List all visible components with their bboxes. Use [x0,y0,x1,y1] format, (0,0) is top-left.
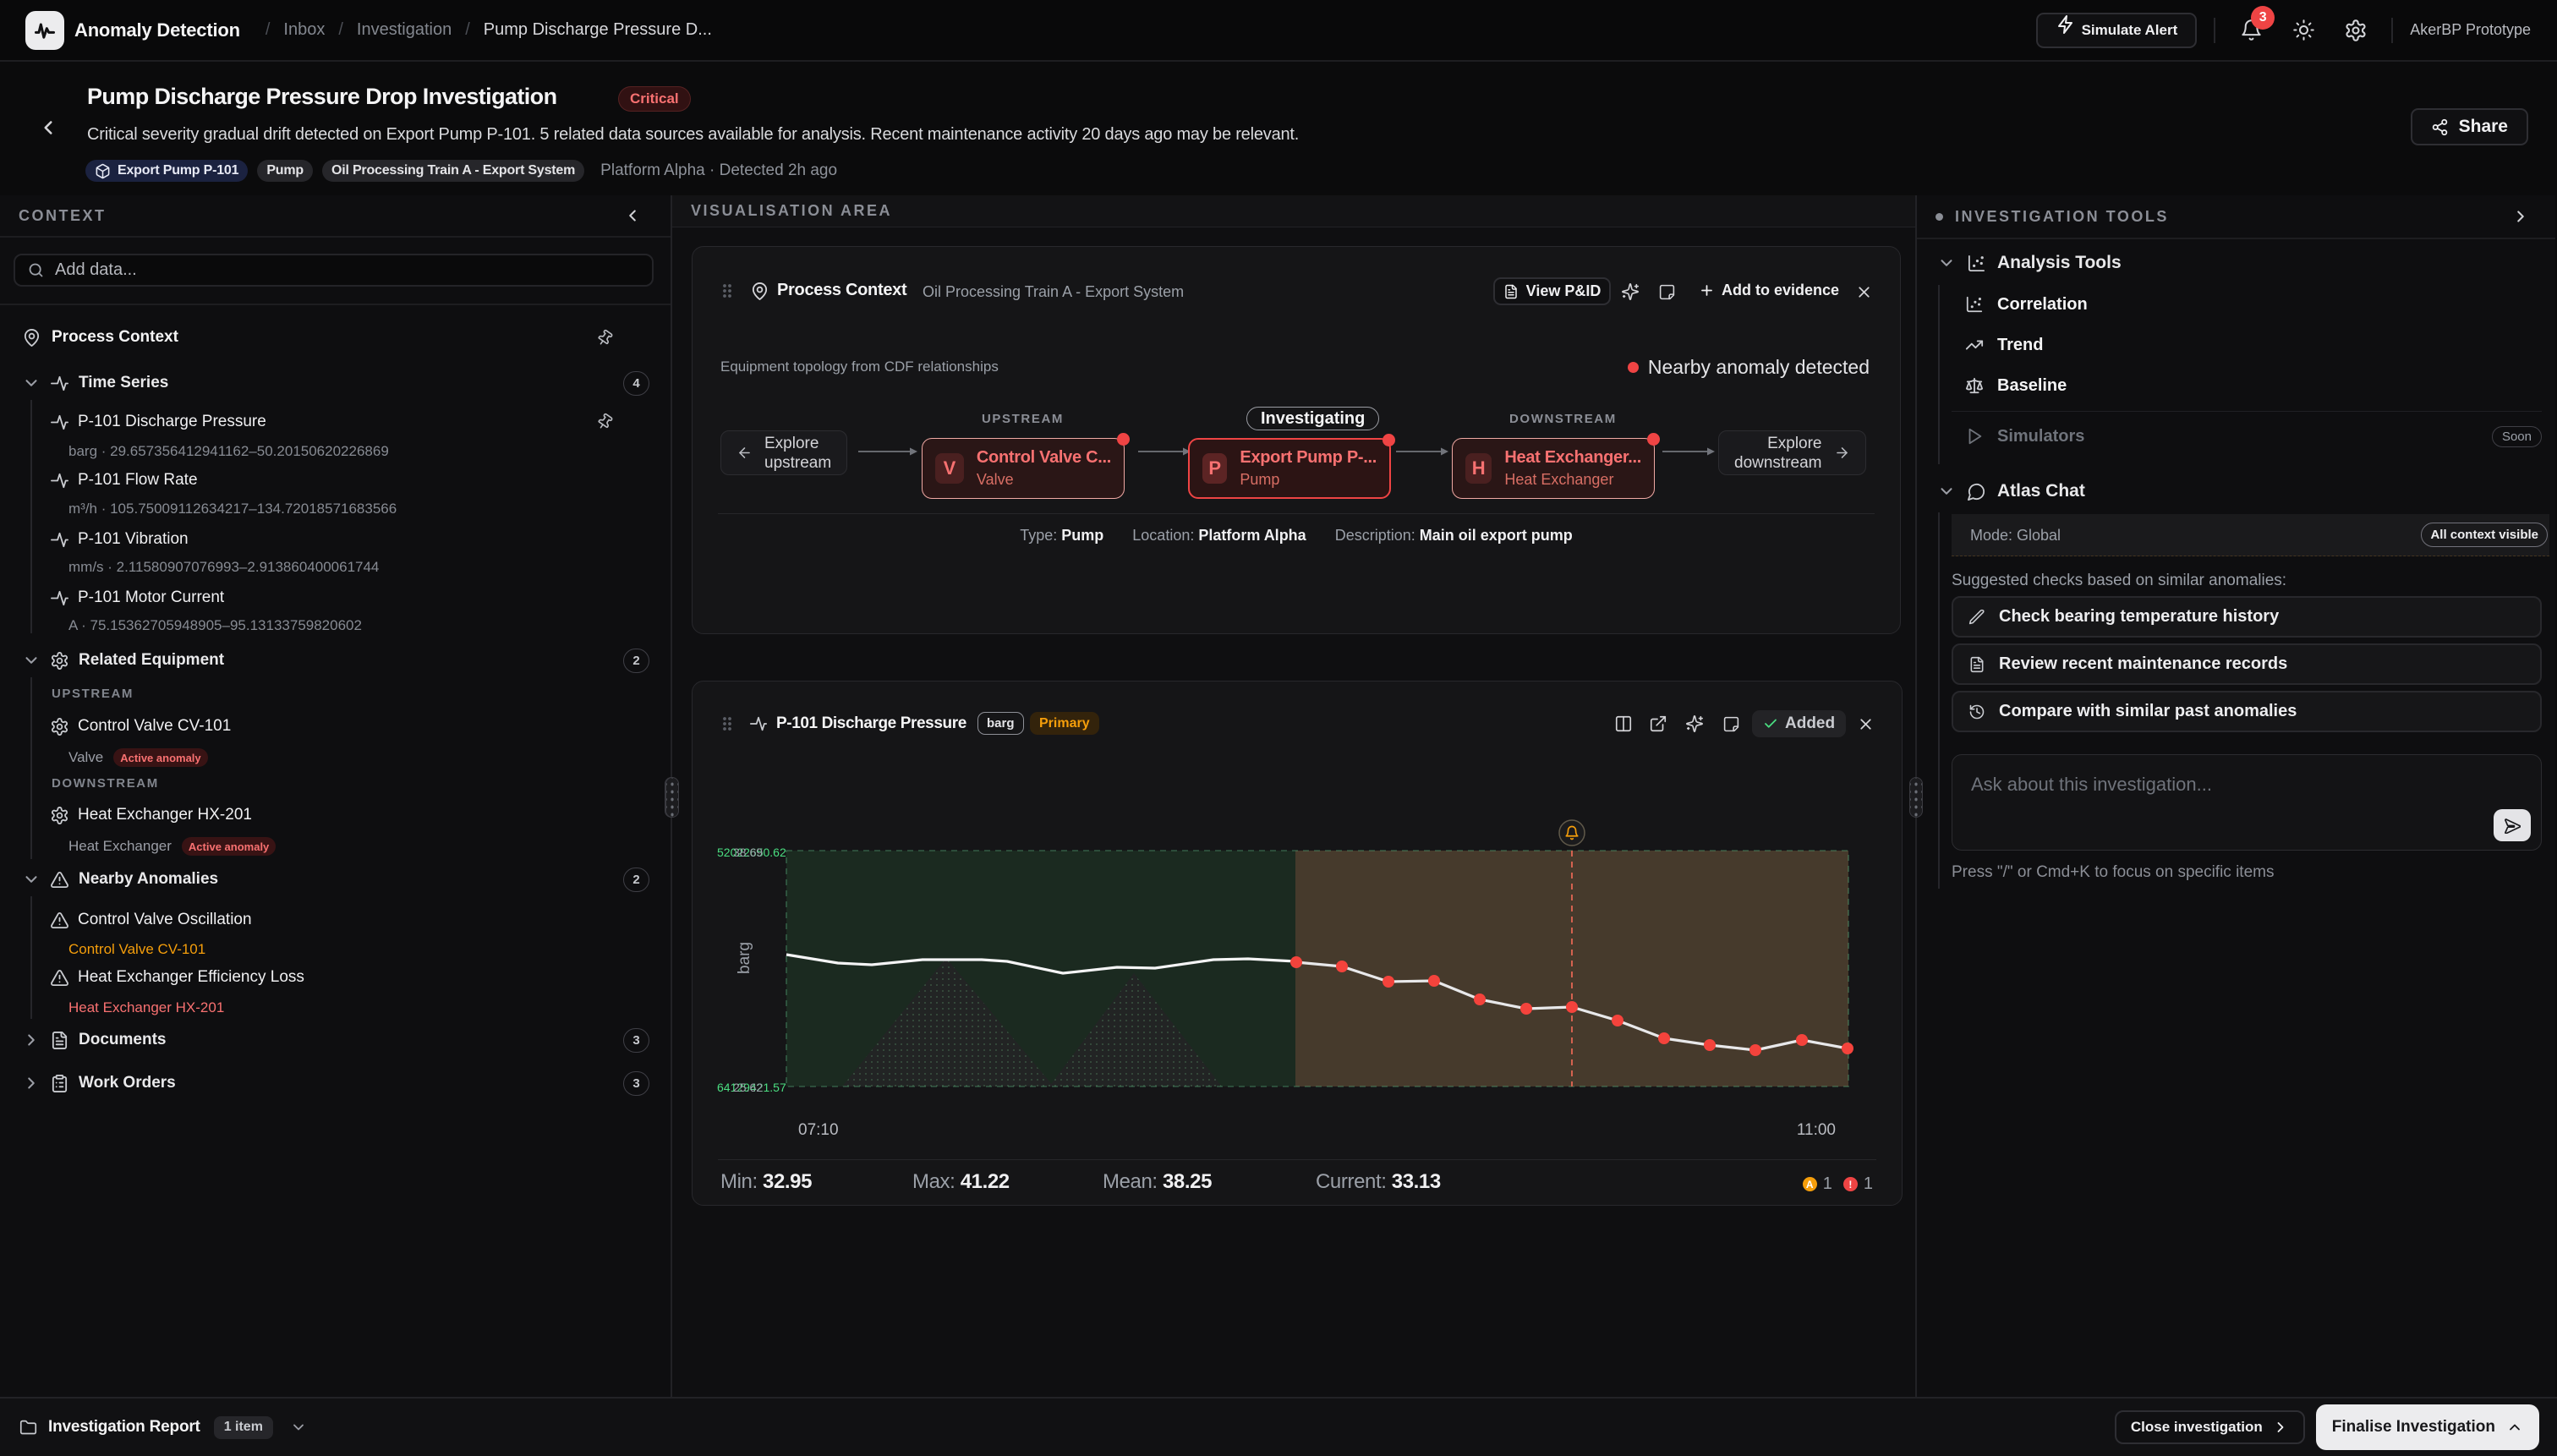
svg-text:25.62: 25.62 [733,1081,763,1094]
svg-text:38.69: 38.69 [733,846,763,859]
svg-text:barg: barg [736,942,753,974]
svg-text:07:10: 07:10 [798,1121,839,1139]
svg-text:11:00: 11:00 [1797,1121,1836,1139]
